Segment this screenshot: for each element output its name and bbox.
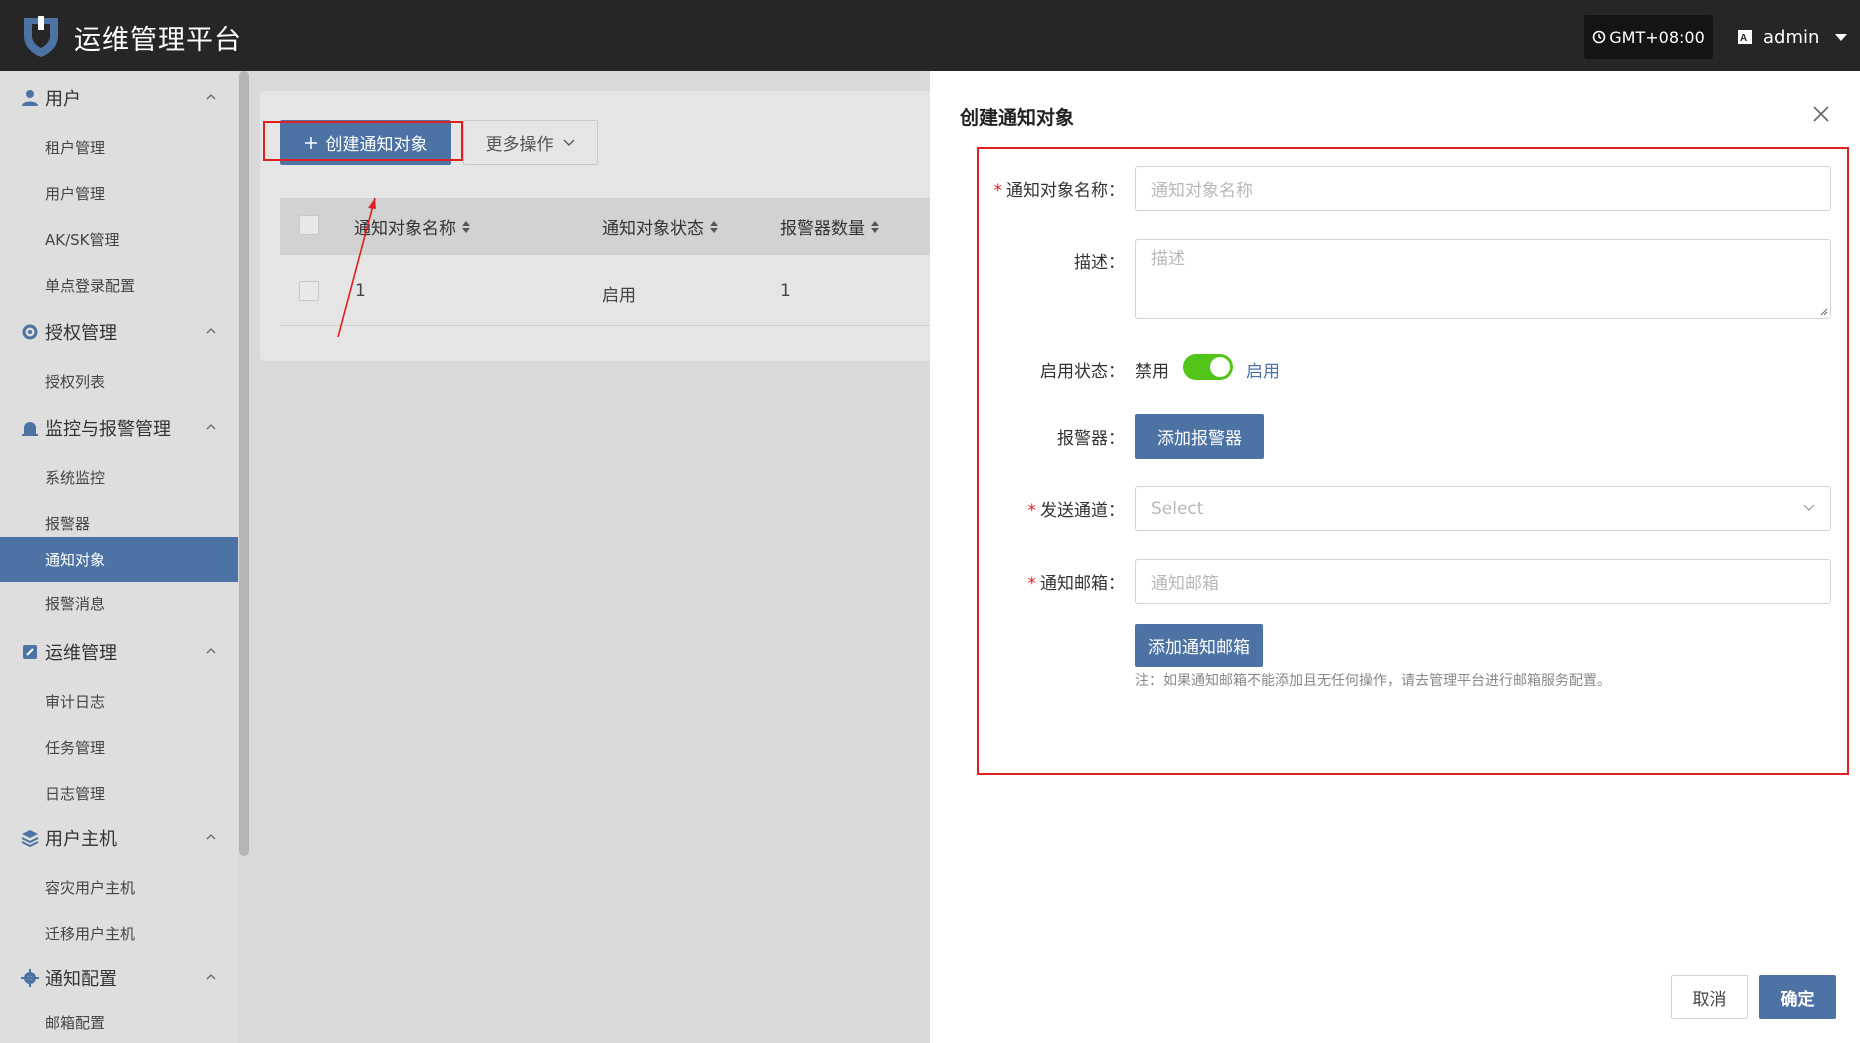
chevron-up-icon — [206, 328, 216, 334]
sort-icon — [462, 220, 470, 233]
sidebar-group-notify-config[interactable]: 通知配置 — [0, 956, 238, 1000]
select-all-checkbox[interactable] — [299, 215, 319, 235]
alarm-icon — [22, 422, 38, 436]
annotation-box-create — [263, 121, 463, 161]
sidebar-item-sso[interactable]: 单点登录配置 — [0, 263, 238, 308]
email-input[interactable]: 通知邮箱 — [1135, 559, 1831, 604]
svg-text:A: A — [1740, 33, 1747, 44]
sidebar-item-users[interactable]: 用户管理 — [0, 171, 238, 216]
sidebar-item-aksk[interactable]: AK/SK管理 — [0, 217, 238, 262]
chevron-down-icon — [563, 139, 574, 146]
channel-select[interactable]: Select — [1135, 486, 1831, 531]
sidebar-item-audit-log[interactable]: 审计日志 — [0, 679, 238, 724]
sidebar-item-log-mgmt[interactable]: 日志管理 — [0, 771, 238, 816]
sidebar-group-label: 授权管理 — [45, 323, 117, 344]
sidebar-group-label: 通知配置 — [45, 969, 117, 990]
email-note: 注：如果通知邮箱不能添加且无任何操作，请去管理平台进行邮箱服务配置。 — [1135, 673, 1611, 689]
sidebar-item-notify-target[interactable]: 通知对象 — [0, 537, 238, 582]
gear-icon — [21, 969, 39, 987]
required-mark: * — [1027, 574, 1037, 594]
annotation-arrow — [337, 197, 376, 338]
chevron-up-icon — [206, 834, 216, 840]
clock-icon — [1592, 30, 1606, 44]
cell-status: 启用 — [602, 286, 636, 306]
timezone-label: GMT+08:00 — [1609, 27, 1705, 47]
cell-alarm-count: 1 — [780, 281, 791, 301]
toggle-knob — [1210, 357, 1230, 377]
row-divider — [280, 325, 960, 326]
chevron-up-icon — [206, 94, 216, 100]
sidebar-group-monitor[interactable]: 监控与报警管理 — [0, 406, 238, 450]
alarm-label: 报警器： — [1057, 429, 1125, 449]
name-label: * 通知对象名称： — [993, 181, 1126, 201]
app-title: 运维管理平台 — [74, 25, 242, 56]
row-checkbox[interactable] — [299, 281, 319, 301]
account-icon: A — [1738, 30, 1752, 44]
resize-handle-icon[interactable] — [1820, 308, 1828, 316]
sidebar-item-tenant[interactable]: 租户管理 — [0, 125, 238, 170]
email-label: * 通知邮箱： — [1027, 574, 1126, 594]
sidebar-group-ops[interactable]: 运维管理 — [0, 630, 238, 674]
sidebar-group-hosts[interactable]: 用户主机 — [0, 816, 238, 860]
sidebar-item-license[interactable]: 授权列表 — [0, 359, 238, 404]
status-on-label: 启用 — [1246, 362, 1280, 382]
drawer-title: 创建通知对象 — [960, 107, 1075, 129]
sidebar-group-user[interactable]: 用户 — [0, 76, 238, 120]
chevron-down-icon — [1803, 504, 1815, 511]
sidebar-item-mailbox-config[interactable]: 邮箱配置 — [0, 1000, 238, 1043]
chevron-up-icon — [206, 424, 216, 430]
caret-down-icon — [1835, 33, 1848, 41]
username: admin — [1763, 26, 1820, 48]
more-actions-button[interactable]: 更多操作 — [463, 120, 598, 165]
chevron-up-icon — [206, 648, 216, 654]
sidebar-item-migrate-hosts[interactable]: 迁移用户主机 — [0, 911, 238, 956]
column-header-status[interactable]: 通知对象状态 — [602, 214, 718, 239]
cancel-button[interactable]: 取消 — [1671, 975, 1748, 1019]
add-email-button[interactable]: 添加通知邮箱 — [1135, 624, 1263, 667]
add-alarm-button[interactable]: 添加报警器 — [1135, 414, 1264, 459]
sidebar-item-alarm-messages[interactable]: 报警消息 — [0, 581, 238, 626]
channel-label: * 发送通道： — [1027, 501, 1126, 521]
sort-icon — [710, 220, 718, 233]
top-bar: 运维管理平台 GMT+08:00 A admin — [0, 0, 1860, 71]
description-label: 描述： — [1074, 253, 1125, 273]
required-mark: * — [1027, 501, 1037, 521]
wrench-icon — [23, 645, 37, 659]
sidebar-scrollbar[interactable] — [239, 71, 249, 856]
sidebar: 用户 租户管理 用户管理 AK/SK管理 单点登录配置 授权管理 授权列表 监控… — [0, 71, 238, 1043]
sidebar-group-label: 运维管理 — [45, 643, 117, 664]
gear-shield-icon — [22, 324, 38, 340]
user-icon — [22, 90, 38, 106]
layers-icon — [21, 830, 39, 848]
timezone-button[interactable]: GMT+08:00 — [1584, 15, 1713, 59]
logo-icon — [24, 16, 58, 57]
column-header-alarm-count[interactable]: 报警器数量 — [780, 214, 879, 239]
status-label: 启用状态： — [1040, 362, 1125, 382]
description-textarea[interactable]: 描述 — [1135, 239, 1831, 319]
sidebar-group-label: 用户 — [45, 89, 81, 110]
required-mark: * — [993, 181, 1003, 201]
sidebar-item-tasks[interactable]: 任务管理 — [0, 725, 238, 770]
status-toggle[interactable] — [1183, 354, 1233, 380]
sidebar-group-label: 用户主机 — [45, 829, 117, 850]
sidebar-group-label: 监控与报警管理 — [45, 419, 171, 440]
sidebar-item-system-monitor[interactable]: 系统监控 — [0, 455, 238, 500]
name-input[interactable]: 通知对象名称 — [1135, 166, 1831, 211]
confirm-button[interactable]: 确定 — [1759, 975, 1836, 1019]
user-menu[interactable]: A admin — [1737, 22, 1848, 52]
sidebar-group-auth[interactable]: 授权管理 — [0, 310, 238, 354]
close-icon[interactable] — [1810, 103, 1832, 125]
sort-icon — [871, 220, 879, 233]
sidebar-item-dr-hosts[interactable]: 容灾用户主机 — [0, 865, 238, 910]
chevron-up-icon — [206, 974, 216, 980]
status-off-label: 禁用 — [1135, 362, 1169, 382]
